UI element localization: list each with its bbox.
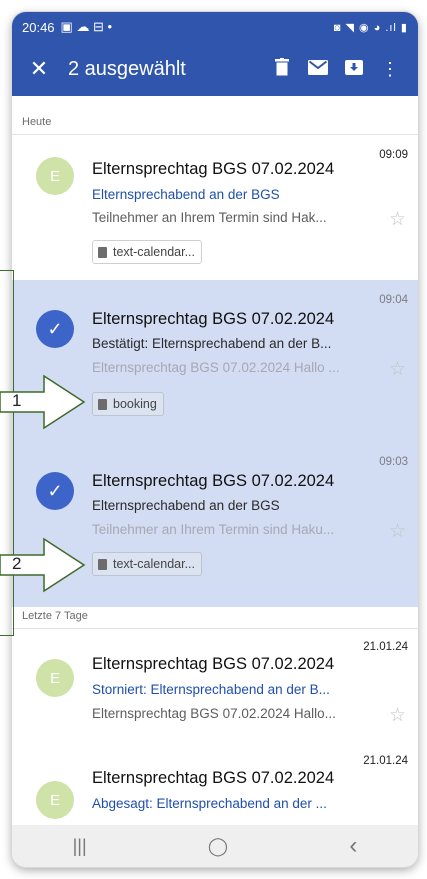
attachment-chip[interactable]: text-calendar... xyxy=(92,240,202,264)
email-row-5[interactable]: E 21.01.24 Elternsprechtag BGS 07.02.202… xyxy=(12,749,418,829)
email-snippet: Teilnehmer an Ihrem Termin sind Hak... xyxy=(92,210,327,225)
email-snippet: Elternsprechtag BGS 07.02.2024 Hallo ... xyxy=(92,360,340,375)
move-to-folder-icon[interactable] xyxy=(336,59,372,80)
star-icon[interactable]: ☆ xyxy=(389,358,406,381)
email-subject: Abgesagt: Elternsprechabend an der ... xyxy=(92,796,327,811)
system-navigation-bar: ||| ◯ ‹ xyxy=(12,825,418,867)
status-right-icons: ◙ ◥ ◉ ◕ .ıl ▮ xyxy=(333,21,408,34)
section-header-last-7-days: Letzte 7 Tage xyxy=(22,610,88,622)
email-subject: Bestätigt: Elternsprechabend an der B... xyxy=(92,336,332,351)
email-snippet: Elternsprechtag BGS 07.02.2024 Hallo... xyxy=(92,706,336,721)
attachment-chip-booking[interactable]: booking xyxy=(92,392,164,416)
delete-icon[interactable] xyxy=(264,57,300,81)
mail-icon[interactable] xyxy=(300,59,336,80)
close-icon[interactable]: ✕ xyxy=(22,56,56,82)
email-sender: Elternsprechtag BGS 07.02.2024 xyxy=(92,310,335,328)
email-subject: Elternsprechabend an der BGS xyxy=(92,187,280,202)
avatar[interactable]: E xyxy=(36,781,74,819)
document-icon xyxy=(98,246,107,258)
callout-number-1: 1 xyxy=(12,391,22,410)
email-subject: Elternsprechabend an der BGS xyxy=(92,498,280,513)
status-left-icons: ▣ ☁ ⊟ • xyxy=(60,19,113,34)
email-time: 09:09 xyxy=(379,149,408,161)
document-icon xyxy=(98,398,107,410)
attachment-name: booking xyxy=(113,397,157,411)
star-icon[interactable]: ☆ xyxy=(389,208,406,231)
selected-check-icon[interactable]: ✓ xyxy=(36,310,74,348)
email-row-1[interactable]: E 09:09 Elternsprechtag BGS 07.02.2024 E… xyxy=(12,135,418,280)
status-bar: 20:46 ▣ ☁ ⊟ • ◙ ◥ ◉ ◕ .ıl ▮ xyxy=(12,12,418,42)
attachment-name: text-calendar... xyxy=(113,557,195,571)
recent-apps-icon[interactable]: ||| xyxy=(73,836,87,857)
more-options-icon[interactable]: ⋮ xyxy=(372,59,408,80)
back-icon[interactable]: ‹ xyxy=(349,832,357,860)
email-time: 09:04 xyxy=(379,294,408,306)
email-time: 09:03 xyxy=(379,456,408,468)
email-time: 21.01.24 xyxy=(363,641,408,653)
home-icon[interactable]: ◯ xyxy=(208,836,228,857)
email-subject: Storniert: Elternsprechabend an der B... xyxy=(92,682,330,697)
avatar[interactable]: E xyxy=(36,659,74,697)
avatar[interactable]: E xyxy=(36,157,74,195)
status-time: 20:46 xyxy=(22,19,55,35)
star-icon[interactable]: ☆ xyxy=(389,520,406,543)
email-time: 21.01.24 xyxy=(363,755,408,767)
selected-check-icon[interactable]: ✓ xyxy=(36,472,74,510)
section-header-today: Heute xyxy=(22,116,52,128)
star-icon[interactable]: ☆ xyxy=(389,704,406,727)
phone-frame: 20:46 ▣ ☁ ⊟ • ◙ ◥ ◉ ◕ .ıl ▮ ✕ 2 ausgewäh… xyxy=(12,12,418,867)
email-sender: Elternsprechtag BGS 07.02.2024 xyxy=(92,160,335,178)
document-icon xyxy=(98,558,107,570)
attachment-chip-calendar[interactable]: text-calendar... xyxy=(92,552,202,576)
email-row-4[interactable]: E 21.01.24 Elternsprechtag BGS 07.02.202… xyxy=(12,629,418,749)
callout-number-2: 2 xyxy=(12,554,22,573)
selection-count-title: 2 ausgewählt xyxy=(68,57,186,80)
selection-app-bar: ✕ 2 ausgewählt ⋮ xyxy=(12,42,418,96)
email-sender: Elternsprechtag BGS 07.02.2024 xyxy=(92,472,335,490)
email-snippet: Teilnehmer an Ihrem Termin sind Haku... xyxy=(92,522,335,537)
attachment-name: text-calendar... xyxy=(113,245,195,259)
email-sender: Elternsprechtag BGS 07.02.2024 xyxy=(92,769,335,787)
email-sender: Elternsprechtag BGS 07.02.2024 xyxy=(92,655,335,673)
